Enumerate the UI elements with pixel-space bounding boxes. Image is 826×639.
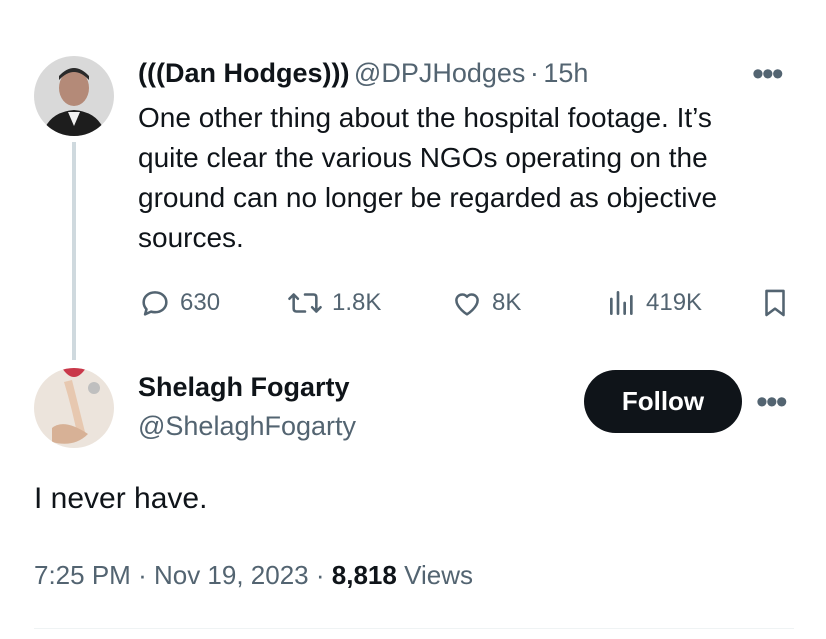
reply-icon [138, 286, 172, 320]
separator-dot: · [315, 560, 325, 590]
separator-dot: · [138, 560, 147, 590]
main-author-name[interactable]: Shelagh Fogarty [138, 372, 356, 403]
separator-dot: · [529, 58, 539, 88]
tweet-time[interactable]: 7:25 PM [34, 560, 131, 590]
divider [34, 628, 794, 629]
parent-tweet-line: One other thing about the hospital foota… [138, 102, 712, 133]
like-count: 8K [492, 289, 522, 316]
parent-tweet-time[interactable]: 15h [543, 58, 588, 88]
views-icon [606, 286, 638, 320]
parent-tweet-line: ground can no longer be regarded as obje… [138, 182, 718, 213]
main-author-handle[interactable]: @ShelaghFogarty [138, 411, 356, 442]
bookmark-icon[interactable] [758, 286, 792, 320]
tweet-date[interactable]: Nov 19, 2023 [154, 560, 309, 590]
avatar-dan-hodges[interactable] [34, 56, 114, 136]
views-count: 419K [646, 289, 703, 316]
main-author: Shelagh Fogarty @ShelaghFogarty [138, 372, 356, 442]
repost-icon [286, 286, 324, 320]
reply-button[interactable]: 630 [138, 286, 220, 320]
parent-tweet-line: quite clear the various NGOs operating o… [138, 142, 708, 173]
follow-button[interactable]: Follow [584, 370, 742, 433]
repost-button[interactable]: 1.8K [286, 286, 381, 320]
repost-count: 1.8K [332, 289, 382, 316]
tweet-meta: 7:25 PM · Nov 19, 2023 · 8,818 Views [34, 560, 473, 591]
more-icon[interactable]: ••• [752, 57, 784, 91]
parent-tweet-header: (((Dan Hodges))) @DPJHodges · 15h [138, 58, 588, 89]
views-button[interactable]: 419K [606, 286, 702, 320]
views-total: 8,818 [331, 560, 397, 590]
like-icon [450, 286, 484, 320]
avatar-shelagh-fogarty[interactable] [34, 368, 114, 448]
parent-tweet-line: sources. [138, 222, 244, 253]
parent-author-handle[interactable]: @DPJHodges [354, 58, 525, 88]
like-button[interactable]: 8K [450, 286, 521, 320]
reply-count: 630 [180, 289, 221, 316]
parent-tweet-text: One other thing about the hospital foota… [138, 98, 798, 258]
views-label: Views [404, 560, 473, 590]
main-tweet-text: I never have. [34, 482, 208, 515]
thread-line [72, 142, 76, 360]
more-icon[interactable]: ••• [756, 385, 788, 419]
parent-author-name[interactable]: (((Dan Hodges))) [138, 58, 349, 88]
